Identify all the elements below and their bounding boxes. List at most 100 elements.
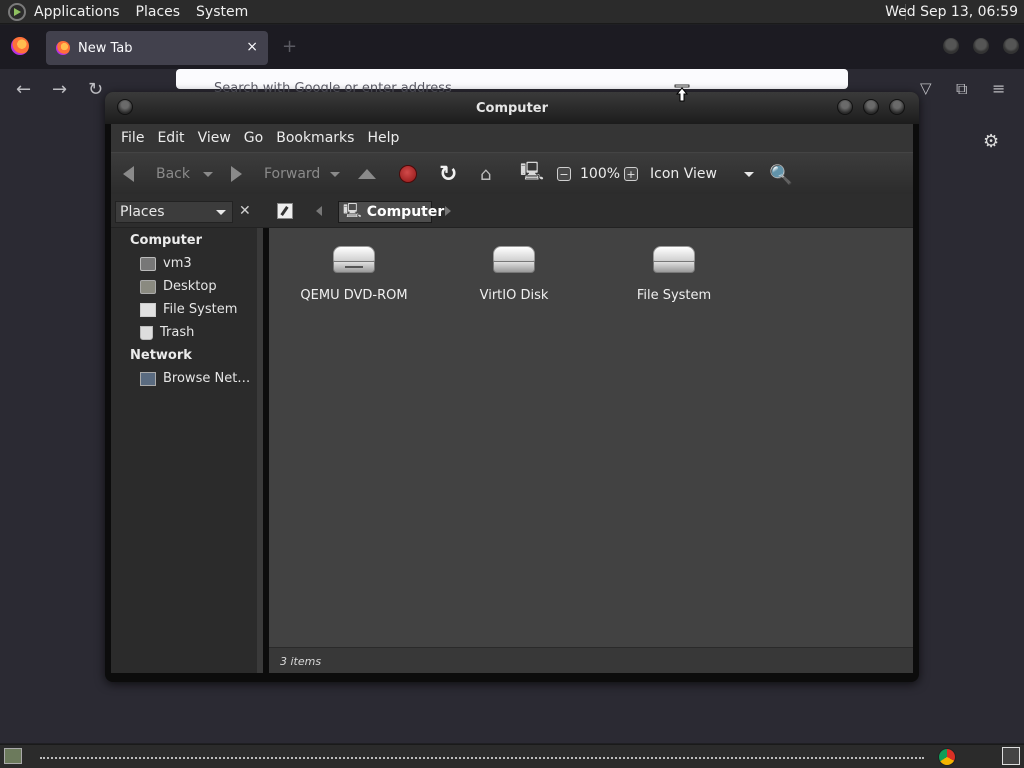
top-panel: Applications Places System Wed Sep 13, 0…	[0, 0, 1024, 24]
toolbar: Back Forward ↻ ⌂ 🖳 − 100% + Icon View 🔍	[111, 152, 913, 194]
firefox-forward-icon[interactable]: →	[52, 79, 67, 100]
extensions-icon[interactable]: ⧉	[956, 79, 967, 99]
firefox-favicon-icon	[56, 41, 70, 55]
side-pane-select[interactable]: Places	[115, 201, 233, 223]
clock[interactable]: Wed Sep 13, 06:59	[885, 4, 1018, 20]
drive-icon	[140, 302, 156, 317]
pocket-icon[interactable]: ▽	[920, 79, 932, 97]
zoom-out-button[interactable]: −	[557, 153, 571, 195]
side-pane-label: Places	[120, 204, 165, 220]
search-icon: 🔍	[769, 163, 793, 186]
back-arrow-icon	[123, 166, 134, 182]
breadcrumb-label: Computer	[366, 204, 445, 220]
drive-item-file-system[interactable]: File System	[599, 246, 749, 303]
firefox-back-icon[interactable]: ←	[16, 79, 31, 100]
home-folder-icon: ⌂	[480, 163, 492, 185]
firefox-maximize-icon[interactable]	[973, 38, 989, 54]
firefox-tab[interactable]: New Tab ×	[46, 31, 268, 65]
crumb-scroll-left-icon[interactable]	[316, 206, 322, 216]
menu-bookmarks[interactable]: Bookmarks	[276, 130, 354, 146]
hard-disk-icon	[653, 246, 695, 274]
chevron-down-icon	[743, 171, 754, 177]
file-manager-window: Computer File Edit View Go Bookmarks Hel…	[105, 92, 919, 682]
sidebar-item-label: Trash	[160, 325, 195, 340]
optical-drive-icon	[333, 246, 375, 274]
search-button[interactable]: 🔍	[769, 153, 793, 195]
sidebar-item-file-system[interactable]: File System	[140, 302, 237, 317]
zoom-in-icon: +	[624, 167, 638, 181]
firefox-close-icon[interactable]	[1003, 38, 1019, 54]
edit-location-icon[interactable]	[277, 203, 293, 219]
zoom-out-icon: −	[557, 167, 571, 181]
places-menu[interactable]: Places	[136, 4, 181, 20]
sidebar-item-trash[interactable]: Trash	[140, 325, 194, 340]
drive-item-qemu-dvd-rom[interactable]: QEMU DVD-ROM	[279, 246, 429, 303]
view-mode-label: Icon View	[650, 166, 717, 182]
tab-close-icon[interactable]: ×	[246, 39, 258, 55]
sidebar-header-network: Network	[130, 348, 192, 363]
menu-help[interactable]: Help	[367, 130, 399, 146]
new-tab-icon[interactable]: +	[282, 36, 297, 57]
system-menu[interactable]: System	[196, 4, 248, 20]
back-label: Back	[156, 166, 190, 182]
drive-item-label: File System	[636, 288, 712, 303]
zoom-level[interactable]: 100%	[580, 153, 620, 195]
computer-button[interactable]: 🖳	[520, 153, 544, 195]
panel-menu: Applications Places System	[34, 4, 248, 20]
status-bar: 3 items	[269, 647, 913, 673]
breadcrumb-computer[interactable]: 🖳 Computer	[338, 201, 444, 223]
view-mode-select[interactable]: Icon View	[650, 153, 754, 195]
firefox-minimize-icon[interactable]	[943, 38, 959, 54]
home-button[interactable]: ⌂	[480, 153, 491, 195]
chrome-tray-icon[interactable]	[938, 748, 956, 766]
sidebar-item-label: Browse Net…	[163, 371, 251, 386]
forward-arrow-icon	[231, 166, 242, 182]
reload-button[interactable]: ↻	[439, 153, 457, 195]
window-close-icon[interactable]	[889, 99, 905, 115]
firefox-tab-strip: New Tab × +	[0, 25, 1024, 69]
forward-history-dropdown[interactable]	[330, 153, 340, 195]
window-titlebar[interactable]: Computer	[105, 92, 919, 124]
drive-item-virtio-disk[interactable]: VirtIO Disk	[439, 246, 589, 303]
firefox-reload-icon[interactable]: ↻	[88, 79, 103, 100]
sidebar-item-label: vm3	[163, 256, 192, 271]
firefox-view-icon[interactable]	[11, 37, 29, 55]
applications-menu[interactable]: Applications	[34, 4, 120, 20]
back-button[interactable]: Back	[123, 153, 190, 195]
computer-icon: 🖳	[520, 161, 545, 182]
window-maximize-icon[interactable]	[863, 99, 879, 115]
sidebar-item-browse-network[interactable]: Browse Net…	[140, 371, 250, 386]
workspace-switcher-icon[interactable]	[1002, 747, 1020, 765]
window-title: Computer	[475, 101, 549, 116]
forward-label: Forward	[264, 166, 321, 182]
sidebar-item-desktop[interactable]: Desktop	[140, 279, 217, 294]
window-list[interactable]	[40, 757, 924, 759]
menu-go[interactable]: Go	[244, 130, 263, 146]
sidebar-item-vm3[interactable]: vm3	[140, 256, 192, 271]
url-bar[interactable]: Search with Google or enter address	[176, 69, 848, 96]
show-desktop-icon[interactable]	[4, 748, 22, 764]
menu-view[interactable]: View	[198, 130, 231, 146]
zoom-in-button[interactable]: +	[624, 153, 638, 195]
tab-title: New Tab	[78, 40, 133, 56]
window-minimize-icon[interactable]	[837, 99, 853, 115]
menu-edit[interactable]: Edit	[157, 130, 184, 146]
menubar: File Edit View Go Bookmarks Help	[111, 124, 913, 152]
side-pane-close-icon[interactable]: ✕	[239, 203, 251, 219]
up-button[interactable]	[358, 153, 376, 195]
stop-button[interactable]	[399, 153, 417, 195]
hamburger-menu-icon[interactable]: ≡	[992, 79, 1005, 98]
forward-button[interactable]: Forward	[231, 153, 320, 195]
status-text: 3 items	[280, 655, 322, 668]
newtab-settings-gear-icon[interactable]: ⚙	[983, 131, 999, 152]
crumb-scroll-right-icon[interactable]	[445, 206, 451, 216]
icon-view[interactable]: QEMU DVD-ROM VirtIO Disk File System	[269, 228, 913, 647]
sidebar-header-computer: Computer	[130, 233, 203, 248]
menu-file[interactable]: File	[121, 130, 144, 146]
places-sidebar: Computer vm3 Desktop File System Trash N…	[111, 228, 263, 673]
back-history-dropdown[interactable]	[203, 153, 213, 195]
drive-item-label: QEMU DVD-ROM	[300, 288, 408, 303]
mate-logo-icon[interactable]	[8, 2, 26, 21]
trash-icon	[140, 325, 153, 340]
bottom-panel	[0, 744, 1024, 768]
